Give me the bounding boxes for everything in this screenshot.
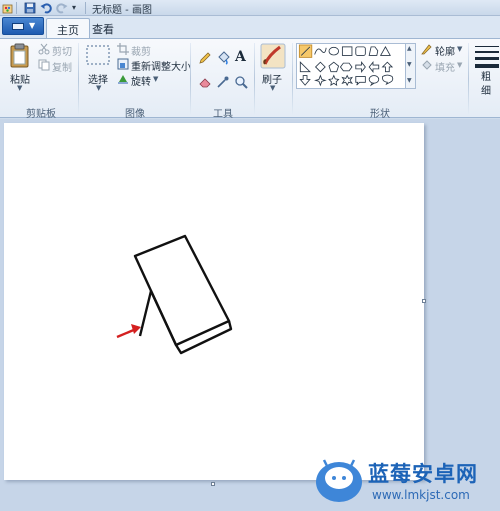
gallery-expand-icon[interactable]: ▼: [407, 77, 412, 84]
group-separator: [292, 43, 293, 115]
drawing: [116, 234, 233, 355]
paint-menu-button[interactable]: ▼: [2, 17, 44, 35]
rotate-dropdown-icon[interactable]: ▼: [153, 75, 158, 83]
select-dropdown-icon[interactable]: ▼: [96, 84, 101, 92]
resize-handle-bottom[interactable]: [211, 482, 215, 486]
save-icon[interactable]: [24, 2, 36, 14]
brushes-dropdown-icon[interactable]: ▼: [270, 84, 275, 92]
resize-button[interactable]: 重新调整大小: [131, 58, 191, 73]
watermark-url: www.lmkjst.com: [372, 488, 470, 502]
tab-view[interactable]: 查看: [82, 18, 124, 38]
scroll-down-icon[interactable]: ▼: [407, 61, 412, 68]
ribbon-tab-row: ▼ 主页 查看: [0, 16, 500, 39]
cut-icon: [38, 43, 50, 55]
crop-button[interactable]: 裁剪: [131, 43, 151, 58]
group-separator: [78, 43, 79, 115]
redo-icon[interactable]: [56, 2, 68, 14]
select-icon[interactable]: [86, 45, 110, 65]
stand-leg: [138, 289, 178, 346]
outline-button[interactable]: 轮廓: [435, 43, 455, 58]
customize-qat-dropdown-icon[interactable]: ▾: [72, 3, 84, 15]
outline-dropdown-icon[interactable]: ▼: [457, 45, 462, 53]
eraser-icon[interactable]: [198, 75, 212, 89]
brush-icon[interactable]: [260, 43, 286, 69]
outline-icon: [421, 44, 432, 55]
copy-button[interactable]: 复制: [52, 59, 72, 74]
scroll-up-icon[interactable]: ▲: [407, 45, 412, 52]
watermark: 蓝莓安卓网 www.lmkjst.com: [300, 448, 500, 511]
rotate-button[interactable]: 旋转: [131, 73, 151, 88]
red-arrow: [116, 324, 141, 339]
resize-icon: [117, 58, 129, 70]
cut-button[interactable]: 剪切: [52, 43, 72, 58]
drawing-canvas[interactable]: [4, 123, 424, 480]
chevron-down-icon: ▼: [29, 21, 36, 30]
group-separator: [254, 43, 255, 115]
paste-dropdown-icon[interactable]: ▼: [17, 84, 22, 92]
line-size-icon[interactable]: [474, 43, 500, 69]
title-bar: ▾ 无标题 - 画图: [0, 0, 500, 16]
crop-icon: [117, 43, 129, 55]
group-label-tools: 工具: [213, 109, 233, 120]
paste-icon[interactable]: [8, 43, 32, 69]
fill-dropdown-icon[interactable]: ▼: [457, 61, 462, 69]
group-label-image: 图像: [125, 109, 145, 120]
group-label-clipboard: 剪贴板: [26, 109, 56, 120]
separator: [16, 2, 17, 14]
shapes-gallery[interactable]: [296, 43, 406, 89]
fill-bucket-icon[interactable]: [216, 51, 230, 65]
stand-base: [174, 320, 233, 355]
rotate-icon: [118, 75, 128, 84]
watermark-logo: [316, 459, 362, 502]
fill-icon: [422, 60, 432, 70]
size-button[interactable]: 粗细: [481, 71, 493, 99]
undo-icon[interactable]: [40, 2, 52, 14]
color-picker-icon[interactable]: [216, 75, 230, 89]
group-separator: [190, 43, 191, 115]
paint-app-icon[interactable]: [2, 2, 14, 14]
menu-icon: [12, 23, 24, 30]
group-label-shapes: 形状: [370, 109, 390, 120]
pencil-icon[interactable]: [198, 51, 212, 65]
group-separator: [468, 43, 469, 115]
fill-button[interactable]: 填充: [435, 59, 455, 74]
resize-handle-right[interactable]: [422, 299, 426, 303]
window-title: 无标题 - 画图: [92, 5, 152, 16]
magnifier-icon[interactable]: [234, 75, 248, 89]
watermark-title: 蓝莓安卓网: [368, 462, 478, 486]
text-tool-icon[interactable]: A: [235, 49, 246, 65]
copy-icon: [38, 59, 50, 71]
shapes-scrollbar[interactable]: ▲ ▼ ▼: [406, 43, 416, 89]
phone-outline: [133, 234, 231, 347]
ribbon-home: 粘贴 ▼ 剪切 复制 剪贴板 选择 ▼ 裁剪 重新调整大小 旋转 ▼ 图像 A: [0, 38, 500, 120]
separator: [85, 2, 86, 14]
